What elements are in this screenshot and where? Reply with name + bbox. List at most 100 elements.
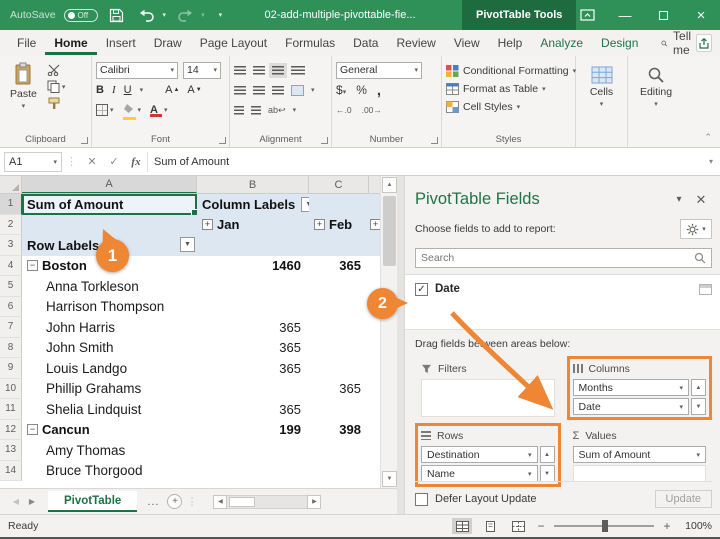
cell-c10[interactable]: 365 xyxy=(309,379,369,400)
update-button[interactable]: Update xyxy=(654,490,712,508)
cell-a11[interactable]: Shelia Lindquist xyxy=(22,399,197,420)
sheet-tab-pivottable[interactable]: PivotTable xyxy=(48,491,138,512)
cell-a1[interactable]: Sum of Amount xyxy=(22,194,197,215)
column-header-a[interactable]: A xyxy=(22,176,197,193)
undo-button[interactable] xyxy=(136,4,158,26)
fields-search-box[interactable] xyxy=(415,248,712,268)
cell-c12[interactable]: 398 xyxy=(309,420,369,441)
cell-styles-button[interactable]: Cell Styles ▾ xyxy=(446,98,571,116)
menu-tab-home[interactable]: Home xyxy=(45,32,97,55)
column-header-b[interactable]: B xyxy=(197,176,309,193)
editing-button[interactable]: Editing ▾ xyxy=(632,60,680,110)
row-header-11[interactable]: 11 xyxy=(0,399,22,420)
cell-a7[interactable]: John Harris xyxy=(22,317,197,338)
date-checkbox[interactable]: ✓ xyxy=(415,282,428,296)
italic-button[interactable]: I xyxy=(112,84,116,96)
underline-button[interactable]: U xyxy=(124,84,132,96)
vertical-scroll-thumb[interactable] xyxy=(383,196,396,266)
filter-dropdown-icon[interactable]: ▼ xyxy=(301,196,309,212)
field-item-date[interactable]: ✓ Date xyxy=(415,280,712,298)
expand-icon[interactable]: + xyxy=(314,219,325,231)
next-sheet-icon[interactable]: ▶ xyxy=(24,497,40,506)
formula-input[interactable]: Sum of Amount xyxy=(147,151,702,172)
clipboard-dialog-launcher[interactable] xyxy=(81,137,88,144)
cell-c5[interactable] xyxy=(309,276,369,297)
number-format-combo[interactable]: General ▾ xyxy=(336,61,422,79)
chevron-down-icon[interactable]: ▾ xyxy=(528,451,532,459)
menu-tab-page-layout[interactable]: Page Layout xyxy=(191,32,276,55)
align-middle-icon[interactable] xyxy=(253,65,265,75)
row-header-12[interactable]: 12 xyxy=(0,419,22,440)
scroll-down-icon[interactable]: ▼ xyxy=(382,471,397,487)
alignment-dialog-launcher[interactable] xyxy=(321,137,328,144)
pane-options-icon[interactable]: ▾ xyxy=(668,194,690,205)
cell-c13[interactable] xyxy=(309,440,369,461)
search-input[interactable] xyxy=(421,252,694,264)
row-header-5[interactable]: 5 xyxy=(0,276,22,297)
tell-me-box[interactable]: Tell me xyxy=(661,29,696,57)
autosave-toggle[interactable]: Off xyxy=(63,8,98,22)
conditional-formatting-button[interactable]: Conditional Formatting ▾ xyxy=(446,62,576,80)
cell-a12[interactable]: − Cancun xyxy=(22,420,197,441)
cell-a8[interactable]: John Smith xyxy=(22,338,197,359)
row-header-2[interactable]: 2 xyxy=(0,214,22,235)
field-chip-name[interactable]: Name ▾ xyxy=(421,465,538,482)
align-right-icon[interactable] xyxy=(272,85,284,95)
collapse-icon[interactable]: − xyxy=(27,260,38,272)
normal-view-icon[interactable] xyxy=(452,518,472,534)
defer-layout-checkbox[interactable] xyxy=(415,492,428,506)
row-header-10[interactable]: 10 xyxy=(0,378,22,399)
page-break-view-icon[interactable] xyxy=(508,518,528,534)
row-header-7[interactable]: 7 xyxy=(0,317,22,338)
decrease-indent-icon[interactable] xyxy=(234,105,244,115)
move-down-icon[interactable]: ▼ xyxy=(539,465,555,482)
column-header-c[interactable]: C xyxy=(309,176,369,193)
confirm-entry-icon[interactable]: ✓ xyxy=(103,155,125,168)
cell-c11[interactable] xyxy=(309,399,369,420)
quick-access-customize-icon[interactable]: ▾ xyxy=(219,11,223,19)
cell-c8[interactable] xyxy=(309,338,369,359)
bold-button[interactable]: B xyxy=(96,84,104,96)
currency-format-button[interactable]: $▾ xyxy=(336,83,346,97)
expand-icon[interactable]: + xyxy=(370,219,380,231)
copy-icon[interactable] xyxy=(47,80,60,93)
more-sheets-button[interactable]: ... xyxy=(147,496,159,508)
minimize-button[interactable]: — xyxy=(606,0,644,30)
name-box[interactable]: A1 ▾ xyxy=(4,151,62,172)
merge-center-icon[interactable] xyxy=(291,84,304,96)
font-family-combo[interactable]: Calibri ▾ xyxy=(96,61,178,79)
format-as-table-button[interactable]: Format as Table ▾ xyxy=(446,80,571,98)
cell-b4[interactable]: 1460 xyxy=(197,256,309,277)
menu-tab-formulas[interactable]: Formulas xyxy=(276,32,344,55)
cell-b6[interactable] xyxy=(197,297,309,318)
scroll-right-icon[interactable]: ▶ xyxy=(307,494,322,509)
menu-tab-review[interactable]: Review xyxy=(387,32,444,55)
font-dialog-launcher[interactable] xyxy=(219,137,226,144)
row-header-13[interactable]: 13 xyxy=(0,440,22,461)
insert-function-button[interactable]: fx xyxy=(125,156,147,168)
menu-tab-view[interactable]: View xyxy=(445,32,489,55)
align-bottom-icon[interactable] xyxy=(269,62,287,78)
cut-icon[interactable] xyxy=(47,64,61,76)
cell-b11[interactable]: 365 xyxy=(197,399,309,420)
vertical-scrollbar[interactable]: ▲ ▼ xyxy=(380,176,397,488)
maximize-button[interactable] xyxy=(644,0,682,30)
field-chip-sum-of-amount[interactable]: Sum of Amount ▾ xyxy=(572,446,706,463)
pane-close-icon[interactable]: ✕ xyxy=(690,192,712,208)
move-up-icon[interactable]: ▲ xyxy=(539,446,555,463)
menu-tab-analyze[interactable]: Analyze xyxy=(531,32,592,55)
font-color-button[interactable]: A ▾ xyxy=(150,104,168,117)
cell-c14[interactable] xyxy=(309,461,369,482)
cell-c6[interactable] xyxy=(309,297,369,318)
row-header-8[interactable]: 8 xyxy=(0,337,22,358)
row-header-4[interactable]: 4 xyxy=(0,255,22,276)
filter-dropdown-icon[interactable]: ▼ xyxy=(180,237,195,252)
redo-dropdown-icon[interactable]: ▾ xyxy=(201,11,205,19)
zoom-level-label[interactable]: 100% xyxy=(680,520,712,532)
format-painter-icon[interactable] xyxy=(47,97,61,110)
cell-a10[interactable]: Phillip Grahams xyxy=(22,379,197,400)
cell-b8[interactable]: 365 xyxy=(197,338,309,359)
row-header-1[interactable]: 1 xyxy=(0,194,22,215)
field-chip-destination[interactable]: Destination ▾ xyxy=(421,446,538,463)
move-down-icon[interactable]: ▼ xyxy=(691,398,706,415)
